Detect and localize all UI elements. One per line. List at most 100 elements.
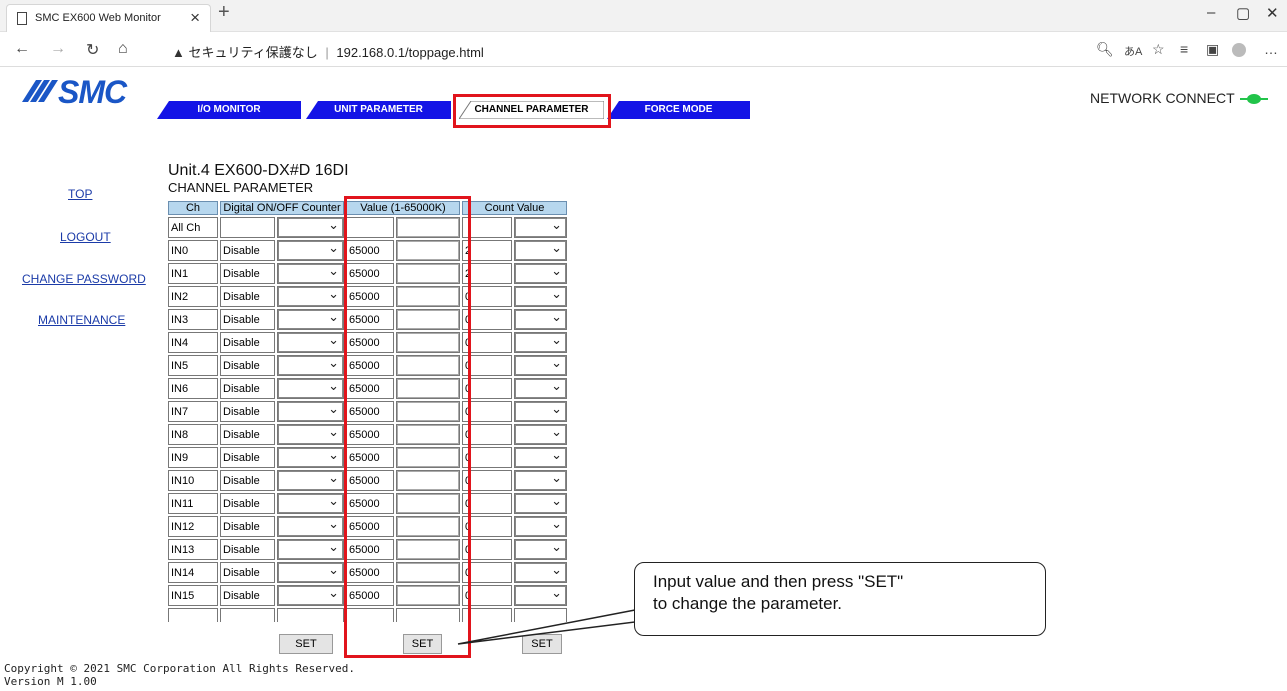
- count-select-cell: [514, 378, 567, 399]
- unit-title: Unit.4 EX600-DX#D 16DI: [168, 162, 349, 179]
- counter-select-cell: [277, 401, 344, 422]
- counter-select[interactable]: [278, 447, 343, 467]
- tab-io-monitor[interactable]: I/O MONITOR: [157, 101, 301, 119]
- more-icon[interactable]: …: [1264, 41, 1278, 57]
- channel-cell: IN2: [168, 286, 218, 307]
- footer-cell: [277, 608, 344, 622]
- count-select[interactable]: [515, 240, 566, 260]
- sidebar-link-maintenance[interactable]: MAINTENANCE: [38, 313, 125, 327]
- tab-unit-parameter[interactable]: UNIT PARAMETER: [306, 101, 451, 119]
- channel-cell: IN4: [168, 332, 218, 353]
- count-select-cell: [514, 424, 567, 445]
- back-icon[interactable]: ←: [14, 40, 30, 58]
- channel-cell: IN0: [168, 240, 218, 261]
- counter-select-cell: [277, 286, 344, 307]
- channel-cell: IN11: [168, 493, 218, 514]
- tab-unit-parameter-label: UNIT PARAMETER: [334, 104, 423, 115]
- counter-status-cell: Disable: [220, 539, 275, 560]
- counter-select[interactable]: [278, 401, 343, 421]
- counter-select[interactable]: [278, 493, 343, 513]
- all-counter-cell-select: [277, 217, 344, 238]
- count-select[interactable]: [515, 493, 566, 513]
- count-select[interactable]: [515, 470, 566, 490]
- count-select[interactable]: [515, 309, 566, 329]
- count-select[interactable]: [515, 562, 566, 582]
- counter-status-cell: Disable: [220, 263, 275, 284]
- counter-select[interactable]: [278, 240, 343, 260]
- counter-select-cell: [277, 424, 344, 445]
- forward-icon[interactable]: →: [50, 40, 66, 58]
- warning-icon: ▲: [172, 45, 185, 60]
- count-select-cell: [514, 516, 567, 537]
- counter-status-cell: Disable: [220, 493, 275, 514]
- counter-status-cell: Disable: [220, 470, 275, 491]
- count-select[interactable]: [515, 355, 566, 375]
- counter-select[interactable]: [278, 286, 343, 306]
- all-counter-select[interactable]: [278, 217, 343, 237]
- close-tab-icon[interactable]: ×: [190, 8, 200, 28]
- all-count-select[interactable]: [515, 217, 566, 237]
- channel-cell: IN15: [168, 585, 218, 606]
- address-bar: ← → ↻ ⌂ ▲ セキュリティ保護なし | 192.168.0.1/toppa…: [0, 33, 1287, 67]
- refresh-icon[interactable]: ↻: [86, 40, 99, 60]
- count-select[interactable]: [515, 332, 566, 352]
- counter-status-cell: Disable: [220, 401, 275, 422]
- sidebar-link-logout[interactable]: LOGOUT: [60, 230, 111, 244]
- count-select[interactable]: [515, 539, 566, 559]
- tab-io-monitor-label: I/O MONITOR: [197, 104, 261, 115]
- count-select[interactable]: [515, 447, 566, 467]
- url-field[interactable]: ▲ セキュリティ保護なし | 192.168.0.1/toppage.html: [172, 42, 484, 61]
- counter-select[interactable]: [278, 309, 343, 329]
- maximize-icon[interactable]: ▢: [1236, 4, 1250, 22]
- count-select[interactable]: [515, 378, 566, 398]
- collections-icon[interactable]: ▣: [1206, 41, 1219, 58]
- counter-select[interactable]: [278, 562, 343, 582]
- header-count-value: Count Value: [462, 201, 567, 215]
- counter-select[interactable]: [278, 332, 343, 352]
- counter-select[interactable]: [278, 355, 343, 375]
- set-counter-button[interactable]: SET: [279, 634, 333, 654]
- channel-cell: IN13: [168, 539, 218, 560]
- tab-force-mode-label: FORCE MODE: [644, 104, 713, 115]
- sidebar-link-top[interactable]: TOP: [68, 187, 92, 201]
- sidebar-link-change-password[interactable]: CHANGE PASSWORD: [22, 272, 146, 286]
- callout-line-1: Input value and then press "SET": [653, 572, 904, 591]
- count-select-cell: [514, 562, 567, 583]
- counter-select[interactable]: [278, 539, 343, 559]
- minimize-icon[interactable]: –: [1207, 4, 1215, 21]
- channel-parameter-highlight: [453, 94, 611, 128]
- instruction-callout: Input value and then press "SET" to chan…: [634, 562, 1046, 636]
- tab-force-mode[interactable]: FORCE MODE: [607, 101, 750, 119]
- counter-status-cell: Disable: [220, 332, 275, 353]
- new-tab-button[interactable]: +: [218, 1, 230, 24]
- counter-select[interactable]: [278, 516, 343, 536]
- counter-status-cell: Disable: [220, 378, 275, 399]
- zoom-icon[interactable]: 🔍︎: [1096, 41, 1114, 58]
- count-select[interactable]: [515, 516, 566, 536]
- header-counter: Digital ON/OFF Counter: [220, 201, 344, 215]
- counter-select[interactable]: [278, 424, 343, 444]
- counter-status-cell: Disable: [220, 562, 275, 583]
- counter-select[interactable]: [278, 378, 343, 398]
- close-window-icon[interactable]: ✕: [1266, 4, 1279, 22]
- favorite-star-icon[interactable]: ☆: [1152, 41, 1165, 58]
- channel-cell: IN7: [168, 401, 218, 422]
- counter-select[interactable]: [278, 470, 343, 490]
- count-select[interactable]: [515, 263, 566, 283]
- count-select[interactable]: [515, 286, 566, 306]
- channel-cell: IN6: [168, 378, 218, 399]
- counter-select-cell: [277, 516, 344, 537]
- channel-cell: IN12: [168, 516, 218, 537]
- counter-select-cell: [277, 355, 344, 376]
- browser-tab[interactable]: SMC EX600 Web Monitor ×: [6, 4, 211, 32]
- count-select[interactable]: [515, 401, 566, 421]
- count-select[interactable]: [515, 424, 566, 444]
- translate-icon[interactable]: あA: [1124, 43, 1142, 59]
- counter-select[interactable]: [278, 585, 343, 605]
- profile-avatar[interactable]: [1232, 43, 1246, 57]
- value-column-highlight: [344, 196, 471, 658]
- counter-select[interactable]: [278, 263, 343, 283]
- favorites-list-icon[interactable]: ≡: [1180, 41, 1188, 57]
- counter-select-cell: [277, 470, 344, 491]
- home-icon[interactable]: ⌂: [118, 40, 128, 58]
